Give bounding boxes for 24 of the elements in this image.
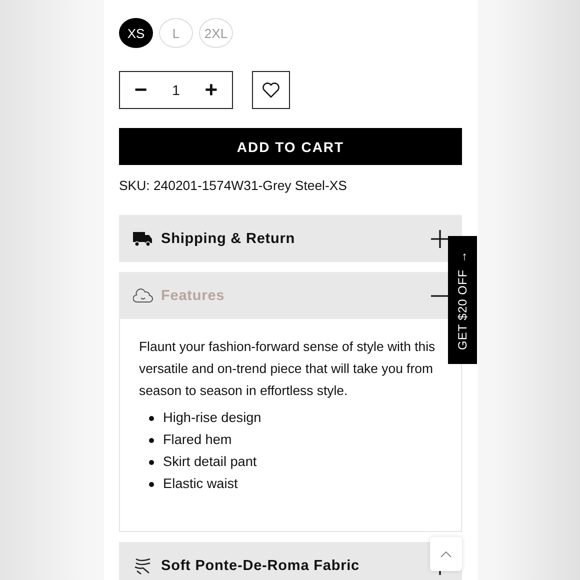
heart-icon xyxy=(262,82,280,98)
quantity-value: 1 xyxy=(172,82,180,98)
increase-button[interactable]: + xyxy=(200,77,222,103)
discount-tab[interactable]: GET $20 OFF → xyxy=(448,236,477,364)
feature-item: Flared hem xyxy=(163,431,232,449)
decrease-button[interactable]: − xyxy=(130,77,152,103)
wishlist-button[interactable] xyxy=(252,71,290,109)
bullet-icon xyxy=(149,416,154,420)
cloud-icon xyxy=(133,288,153,304)
feature-item: Elastic waist xyxy=(163,475,238,493)
feature-item: Skirt detail pant xyxy=(163,453,257,471)
expand-icon xyxy=(431,230,449,248)
quantity-stepper[interactable]: − 1 + xyxy=(119,71,233,109)
truck-icon xyxy=(133,230,153,246)
description: Flaunt your fashion-forward sense of style with this versatile and on-trend piece that will take you from season to season in effortless style. xyxy=(139,338,436,400)
chevron-up-icon xyxy=(440,550,452,558)
bullet-icon xyxy=(149,460,154,464)
bullet-icon xyxy=(149,438,154,442)
sku-text: SKU: 240201-1574W31-Grey Steel-XS xyxy=(119,178,348,193)
size-option[interactable]: XS xyxy=(119,18,153,48)
feature-item: High-rise design xyxy=(163,409,262,427)
bullet-icon xyxy=(149,482,154,486)
add-to-cart-button[interactable]: ADD TO CART xyxy=(119,128,462,165)
fabric-icon xyxy=(133,556,153,574)
